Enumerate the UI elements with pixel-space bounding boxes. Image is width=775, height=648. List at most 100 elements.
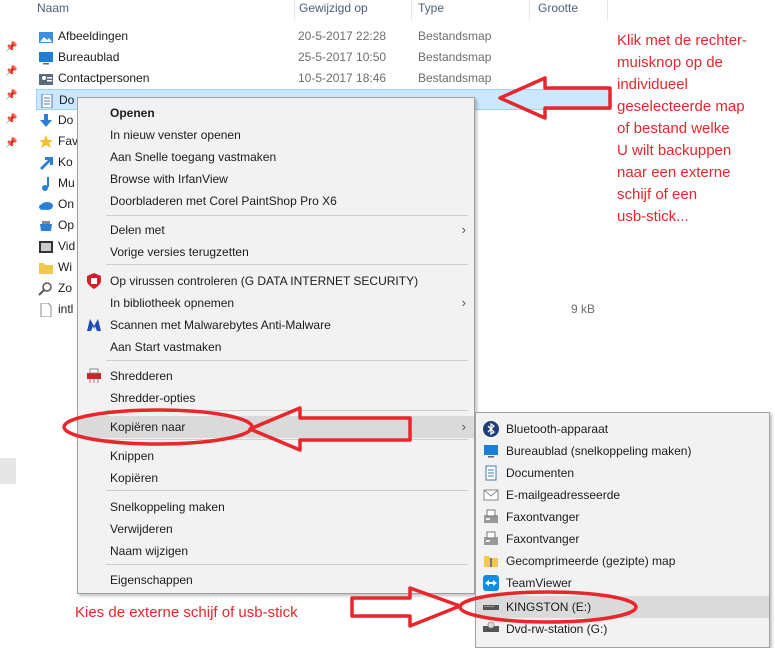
fax-icon xyxy=(483,509,499,525)
submenu-item-teamviewer[interactable]: TeamViewer xyxy=(476,572,769,594)
submenu-item-label: TeamViewer xyxy=(506,576,572,590)
submenu-item-faxontvanger[interactable]: Faxontvanger xyxy=(476,528,769,550)
menu-item-scannen-met-malwarebytes-anti-malware[interactable]: Scannen met Malwarebytes Anti-Malware xyxy=(78,314,474,336)
file-name: intl xyxy=(58,302,74,316)
menu-item-label: Shredderen xyxy=(110,369,173,383)
submenu-item-label: E-mailgeadresseerde xyxy=(506,488,621,502)
submenu-item-gecomprimeerde-gezipte-map[interactable]: Gecomprimeerde (gezipte) map xyxy=(476,550,769,572)
column-name[interactable]: Naam xyxy=(20,0,295,20)
nav-scroll-thumb[interactable] xyxy=(0,458,16,484)
desktop-folder-icon xyxy=(38,51,54,65)
chevron-right-icon: › xyxy=(461,295,466,310)
submenu-item-label: Documenten xyxy=(506,466,575,480)
submenu-item-label: Bureaublad (snelkoppeling maken) xyxy=(506,444,692,458)
pictures-folder-icon xyxy=(38,30,54,44)
file-name: Zo xyxy=(58,281,73,295)
submenu-item-label: Faxontvanger xyxy=(506,532,580,546)
menu-item-kopieren[interactable]: Kopiëren xyxy=(78,467,474,489)
file-name: Ko xyxy=(58,155,73,169)
menu-item-label: Browse with IrfanView xyxy=(110,172,228,186)
submenu-item-faxontvanger[interactable]: Faxontvanger xyxy=(476,506,769,528)
menu-item-doorbladeren-met-corel-paintshop-pro-x6[interactable]: Doorbladeren met Corel PaintShop Pro X6 xyxy=(78,190,474,212)
usb-drive-icon xyxy=(483,599,499,615)
file-name: Mu xyxy=(58,176,75,190)
menu-item-naam-wijzigen[interactable]: Naam wijzigen xyxy=(78,540,474,562)
file-modified: 20-5-2017 22:28 xyxy=(298,29,387,43)
column-size[interactable]: Grootte xyxy=(530,0,608,20)
menu-item-op-virussen-controleren-g-data-internet-security[interactable]: Op virussen controleren (G DATA INTERNET… xyxy=(78,270,474,292)
file-name: Do xyxy=(59,93,75,107)
menu-item-openen[interactable]: Openen xyxy=(78,102,474,124)
submenu-item-e-mailgeadresseerde[interactable]: E-mailgeadresseerde xyxy=(476,484,769,506)
menu-item-eigenschappen[interactable]: Eigenschappen xyxy=(78,569,474,591)
gdata-shield-icon xyxy=(86,273,102,289)
menu-item-in-nieuw-venster-openen[interactable]: In nieuw venster openen xyxy=(78,124,474,146)
menu-separator xyxy=(106,215,468,216)
submenu-item-label: Dvd-rw-station (G:) xyxy=(506,622,608,636)
file-row[interactable]: Afbeeldingen 20-5-2017 22:28 Bestandsmap xyxy=(36,26,610,47)
dvd-drive-icon xyxy=(483,621,499,637)
menu-item-verwijderen[interactable]: Verwijderen xyxy=(78,518,474,540)
submenu-item-label: KINGSTON (E:) xyxy=(506,600,592,614)
menu-item-knippen[interactable]: Knippen xyxy=(78,445,474,467)
teamviewer-icon xyxy=(483,575,499,591)
menu-item-label: Kopiëren naar xyxy=(110,420,186,434)
file-row[interactable]: Bureaublad 25-5-2017 10:50 Bestandsmap xyxy=(36,47,610,68)
pin-icon[interactable]: 📌 xyxy=(5,114,17,125)
submenu-item-dvd-rw-station-g[interactable]: Dvd-rw-station (G:) xyxy=(476,618,769,640)
searches-folder-icon xyxy=(38,282,54,296)
pin-icon[interactable]: 📌 xyxy=(5,42,17,53)
annotation-choose-drive: Kies de externe schijf of usb-stick xyxy=(75,604,298,621)
menu-item-label: Delen met xyxy=(110,223,165,237)
favorites-folder-icon xyxy=(38,135,54,149)
desktop-icon xyxy=(483,443,499,459)
submenu-item-bluetooth-apparaat[interactable]: Bluetooth-apparaat xyxy=(476,418,769,440)
file-row[interactable]: Contactpersonen 10-5-2017 18:46 Bestandsma… xyxy=(36,68,610,89)
submenu-item-bureaublad-snelkoppeling-maken[interactable]: Bureaublad (snelkoppeling maken) xyxy=(476,440,769,462)
menu-separator xyxy=(106,264,468,265)
saved-games-folder-icon xyxy=(38,219,54,233)
menu-item-label: Op virussen controleren (G DATA INTERNET… xyxy=(110,274,419,288)
file-icon xyxy=(38,302,54,318)
pin-icon[interactable]: 📌 xyxy=(5,138,17,149)
pin-icon[interactable]: 📌 xyxy=(5,66,17,77)
annotation-instruction: Klik met de rechter- muisknop op de indi… xyxy=(617,32,748,225)
menu-item-shredder-opties[interactable]: Shredder-opties xyxy=(78,387,474,409)
onedrive-folder-icon xyxy=(38,198,54,212)
file-type: Bestandsmap xyxy=(418,71,492,85)
submenu-item-label: Gecomprimeerde (gezipte) map xyxy=(506,554,676,568)
menu-item-shredderen[interactable]: Shredderen xyxy=(78,365,474,387)
submenu-item-kingston-e[interactable]: KINGSTON (E:) xyxy=(476,596,769,618)
menu-item-browse-with-irfanview[interactable]: Browse with IrfanView xyxy=(78,168,474,190)
file-type: Bestandsmap xyxy=(418,50,492,64)
chevron-right-icon: › xyxy=(461,222,466,237)
downloads-folder-icon xyxy=(38,114,54,128)
context-menu: Openen In nieuw venster openen Aan Snelle … xyxy=(77,97,475,594)
menu-item-label: Naam wijzigen xyxy=(110,544,189,558)
music-folder-icon xyxy=(38,177,54,191)
menu-item-aan-snelle-toegang-vastmaken[interactable]: Aan Snelle toegang vastmaken xyxy=(78,146,474,168)
menu-item-label: In nieuw venster openen xyxy=(110,128,241,142)
column-type[interactable]: Type xyxy=(412,0,530,20)
menu-item-aan-start-vastmaken[interactable]: Aan Start vastmaken xyxy=(78,336,474,358)
menu-item-label: Verwijderen xyxy=(110,522,173,536)
file-modified: 10-5-2017 18:46 xyxy=(298,71,387,85)
file-name: On xyxy=(58,197,75,211)
menu-item-vorige-versies-terugzetten[interactable]: Vorige versies terugzetten xyxy=(78,241,474,263)
column-modified[interactable]: Gewijzigd op xyxy=(295,0,412,20)
shredder-icon xyxy=(86,368,102,384)
menu-item-snelkoppeling-maken[interactable]: Snelkoppeling maken xyxy=(78,496,474,518)
submenu-item-label: Faxontvanger xyxy=(506,510,580,524)
menu-item-kopieren-naar[interactable]: Kopiëren naar › xyxy=(78,416,474,438)
zip-folder-icon xyxy=(483,553,499,569)
submenu-item-documenten[interactable]: Documenten xyxy=(476,462,769,484)
file-name: Afbeeldingen xyxy=(58,29,129,43)
menu-separator xyxy=(106,410,468,411)
file-size: 9 kB xyxy=(571,302,596,316)
mail-icon xyxy=(483,487,499,503)
menu-item-label: In bibliotheek opnemen xyxy=(110,296,235,310)
pin-icon[interactable]: 📌 xyxy=(5,90,17,101)
menu-separator xyxy=(106,439,468,440)
menu-item-in-bibliotheek-opnemen[interactable]: In bibliotheek opnemen › xyxy=(78,292,474,314)
menu-item-delen-met[interactable]: Delen met › xyxy=(78,219,474,241)
